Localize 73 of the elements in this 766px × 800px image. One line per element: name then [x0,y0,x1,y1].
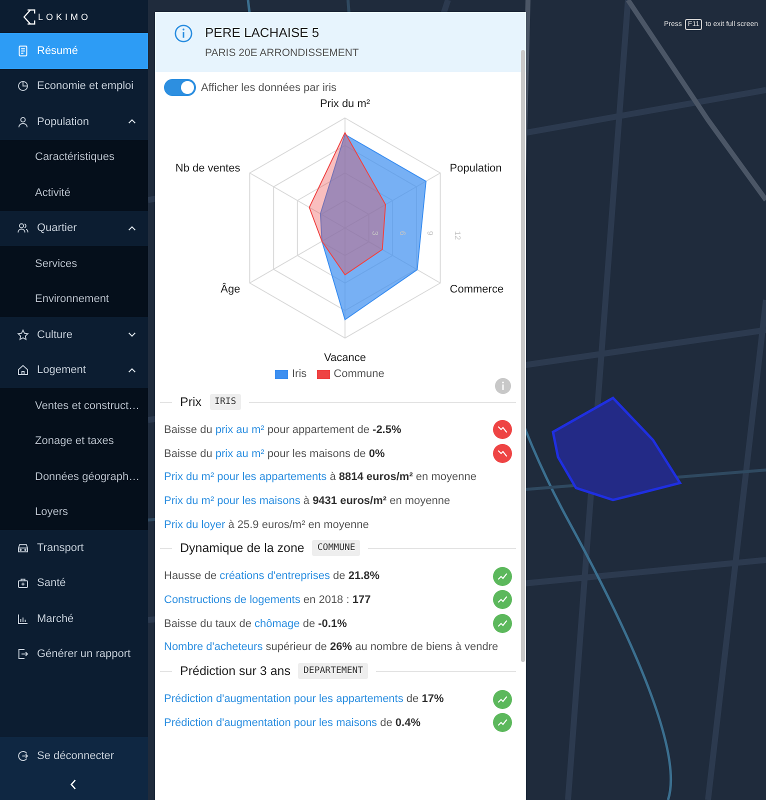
axis-label: Population [450,162,502,174]
tick-label: 12 [453,231,462,240]
stat-text: Nombre d'acheteurs supérieur de 26% au nombre de biens à vendre [164,641,498,654]
stat-text: Prédiction d'augmentation pour les appartements de 17% [164,693,444,706]
axis-label: Prix du m² [320,98,370,110]
kit-icon [17,577,29,590]
document-icon [17,44,29,57]
car-icon [17,542,29,554]
place-subtitle: PARIS 20E ARRONDISSEMENT [205,47,359,59]
legend-label: Iris [292,368,307,380]
trend-up-icon [493,713,512,732]
stat-text: Prix du m² pour les maisons à 9431 euros/m² en moyenne [164,494,450,507]
axis-label: Vacance [324,352,366,364]
nav-item[interactable]: Logement [0,352,148,388]
people-icon [17,222,29,234]
info-icon [174,24,193,43]
nav-subitem[interactable]: Caractéristiques [0,140,148,175]
logo-text: LOKIMO [38,12,92,22]
stat-text: Prédiction d'augmentation pour les maisons de 0.4% [164,716,420,729]
toggle-label: Afficher les données par iris [201,82,337,94]
nav-item[interactable]: Population [0,104,148,140]
export-icon [17,648,29,660]
axis-label: Commerce [450,284,504,296]
nav-subitem[interactable]: Loyers [0,494,148,530]
axis-label: Nb de ventes [175,162,240,174]
tick-label: 9 [426,231,434,236]
pie-icon [17,80,29,92]
stat-text: Baisse du taux de chômage de -0.1% [164,618,347,630]
stat-text: Hausse de créations d'entreprises de 21.8% [164,570,380,582]
trend-down-icon [493,420,512,440]
nav-item[interactable]: Transport [0,530,148,566]
nav-subitem[interactable]: Zonage et taxes [0,424,148,459]
place-title: PERE LACHAISE 5 [205,25,320,40]
stat-text: Prix du m² pour les appartements à 8814 euros/m² en moyenne [164,471,476,484]
nav-item[interactable]: Economie et emploi [0,68,148,104]
section-title: Prédiction sur 3 ans [180,664,290,678]
trend-up-icon [493,690,512,709]
legend-label: Commune [334,368,384,380]
bars-icon [17,612,29,625]
nav-item[interactable]: Marché [0,601,148,636]
nav-subitem[interactable]: Données géograph… [0,459,148,494]
axis-label: Âge [220,284,240,296]
stat-text: Baisse du prix au m² pour les maisons de 0% [164,448,385,460]
star-icon [17,328,29,341]
stat-text: Baisse du prix au m² pour appartement de -2.5% [164,424,402,436]
scope-badge: IRIS [210,394,242,410]
tick-label: 3 [370,231,380,236]
trend-up-icon [493,566,512,586]
scrollbar[interactable] [521,50,525,662]
tick-label: 6 [398,231,407,236]
logout-icon [17,750,29,762]
stat-text: Constructions de logements en 2018 : 177 [164,594,371,606]
nav-subitem[interactable]: Activité [0,175,148,210]
nav-item[interactable]: Générer un rapport [0,636,148,672]
person-icon [17,116,29,128]
trend-up-icon [493,614,512,634]
scope-badge: COMMUNE [312,540,360,556]
toggle-switch[interactable] [164,79,196,96]
section-title: Prix [180,395,202,409]
nav-item[interactable]: Santé [0,566,148,601]
scope-badge: DEPARTEMENT [298,663,368,680]
nav-item[interactable]: Quartier [0,210,148,246]
collapse-icon[interactable] [70,779,77,790]
nav-item[interactable]: Culture [0,317,148,352]
logo-icon [22,8,36,26]
nav-subitem[interactable]: Environnement [0,282,148,317]
nav-subitem[interactable]: Ventes et construct… [0,388,148,424]
trend-down-icon [493,444,512,464]
house-icon [17,364,29,376]
nav-subitem[interactable]: Services [0,246,148,282]
stat-text: Prix du loyer à 25.9 euros/m² en moyenne [164,518,369,531]
section-title: Dynamique de la zone [180,541,304,556]
trend-up-icon [493,590,512,610]
